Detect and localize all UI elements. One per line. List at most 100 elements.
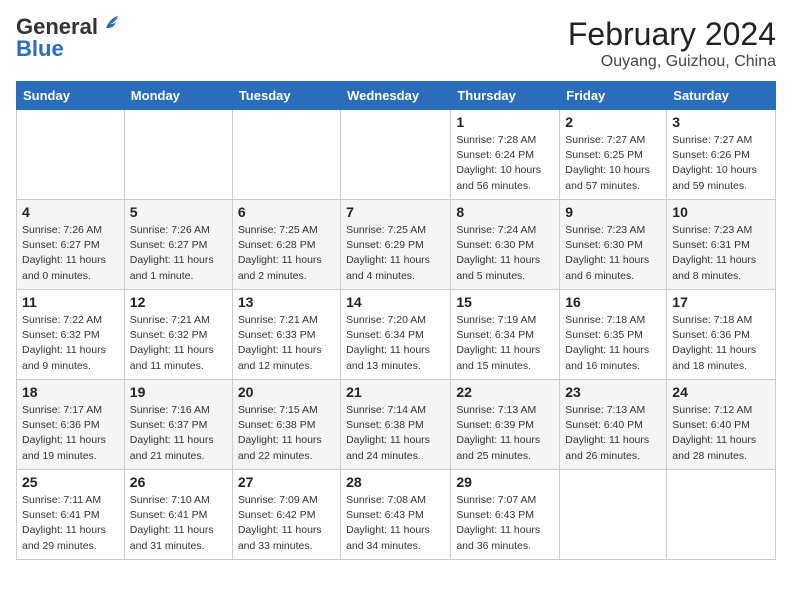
day-info: Sunrise: 7:25 AM Sunset: 6:28 PM Dayligh… [238,223,335,284]
day-info: Sunrise: 7:23 AM Sunset: 6:30 PM Dayligh… [565,223,661,284]
day-of-week-header: Wednesday [341,82,451,110]
calendar-week-row: 4 Sunrise: 7:26 AM Sunset: 6:27 PM Daylig… [17,200,776,290]
days-of-week-row: SundayMondayTuesdayWednesdayThursdayFrid… [17,82,776,110]
day-of-week-header: Monday [124,82,232,110]
calendar-cell: 15 Sunrise: 7:19 AM Sunset: 6:34 PM Dayli… [451,290,560,380]
calendar-cell: 6 Sunrise: 7:25 AM Sunset: 6:28 PM Daylig… [232,200,340,290]
day-info: Sunrise: 7:18 AM Sunset: 6:36 PM Dayligh… [672,313,770,374]
day-info: Sunrise: 7:08 AM Sunset: 6:43 PM Dayligh… [346,493,445,554]
day-number: 18 [22,384,119,400]
day-number: 2 [565,114,661,130]
day-info: Sunrise: 7:27 AM Sunset: 6:26 PM Dayligh… [672,133,770,194]
logo: General Blue [16,16,122,60]
day-number: 19 [130,384,227,400]
day-number: 22 [456,384,554,400]
day-number: 13 [238,294,335,310]
day-info: Sunrise: 7:25 AM Sunset: 6:29 PM Dayligh… [346,223,445,284]
day-number: 11 [22,294,119,310]
day-number: 6 [238,204,335,220]
calendar-cell: 12 Sunrise: 7:21 AM Sunset: 6:32 PM Dayli… [124,290,232,380]
day-info: Sunrise: 7:11 AM Sunset: 6:41 PM Dayligh… [22,493,119,554]
calendar-cell: 3 Sunrise: 7:27 AM Sunset: 6:26 PM Daylig… [667,110,776,200]
day-info: Sunrise: 7:10 AM Sunset: 6:41 PM Dayligh… [130,493,227,554]
calendar-cell: 10Sunrise: 7:23 AM Sunset: 6:31 PM Dayli… [667,200,776,290]
calendar-week-row: 1Sunrise: 7:28 AM Sunset: 6:24 PM Daylig… [17,110,776,200]
day-number: 20 [238,384,335,400]
calendar-cell [124,110,232,200]
day-number: 21 [346,384,445,400]
day-info: Sunrise: 7:22 AM Sunset: 6:32 PM Dayligh… [22,313,119,374]
calendar-cell: 1Sunrise: 7:28 AM Sunset: 6:24 PM Daylig… [451,110,560,200]
day-info: Sunrise: 7:23 AM Sunset: 6:31 PM Dayligh… [672,223,770,284]
day-number: 4 [22,204,119,220]
day-info: Sunrise: 7:18 AM Sunset: 6:35 PM Dayligh… [565,313,661,374]
calendar-cell: 27 Sunrise: 7:09 AM Sunset: 6:42 PM Dayli… [232,470,340,560]
day-number: 7 [346,204,445,220]
day-of-week-header: Saturday [667,82,776,110]
calendar-cell: 4 Sunrise: 7:26 AM Sunset: 6:27 PM Daylig… [17,200,125,290]
day-info: Sunrise: 7:13 AM Sunset: 6:39 PM Dayligh… [456,403,554,464]
day-number: 14 [346,294,445,310]
day-of-week-header: Tuesday [232,82,340,110]
day-info: Sunrise: 7:07 AM Sunset: 6:43 PM Dayligh… [456,493,554,554]
calendar-cell: 11 Sunrise: 7:22 AM Sunset: 6:32 PM Dayli… [17,290,125,380]
calendar-cell: 23 Sunrise: 7:13 AM Sunset: 6:40 PM Dayli… [560,380,667,470]
calendar-week-row: 18 Sunrise: 7:17 AM Sunset: 6:36 PM Dayli… [17,380,776,470]
calendar-cell: 9 Sunrise: 7:23 AM Sunset: 6:30 PM Daylig… [560,200,667,290]
day-info: Sunrise: 7:19 AM Sunset: 6:34 PM Dayligh… [456,313,554,374]
day-info: Sunrise: 7:27 AM Sunset: 6:25 PM Dayligh… [565,133,661,194]
day-number: 24 [672,384,770,400]
day-info: Sunrise: 7:24 AM Sunset: 6:30 PM Dayligh… [456,223,554,284]
day-info: Sunrise: 7:17 AM Sunset: 6:36 PM Dayligh… [22,403,119,464]
location-title: Ouyang, Guizhou, China [568,53,776,71]
calendar-cell: 2 Sunrise: 7:27 AM Sunset: 6:25 PM Daylig… [560,110,667,200]
calendar-cell [341,110,451,200]
day-number: 8 [456,204,554,220]
calendar-cell [17,110,125,200]
calendar-cell: 28Sunrise: 7:08 AM Sunset: 6:43 PM Dayli… [341,470,451,560]
logo-blue-text: Blue [16,38,64,60]
day-info: Sunrise: 7:26 AM Sunset: 6:27 PM Dayligh… [22,223,119,284]
day-number: 3 [672,114,770,130]
title-area: February 2024 Ouyang, Guizhou, China [568,16,776,71]
day-number: 23 [565,384,661,400]
calendar-cell: 29 Sunrise: 7:07 AM Sunset: 6:43 PM Dayli… [451,470,560,560]
calendar-cell [560,470,667,560]
day-info: Sunrise: 7:13 AM Sunset: 6:40 PM Dayligh… [565,403,661,464]
day-of-week-header: Friday [560,82,667,110]
day-info: Sunrise: 7:26 AM Sunset: 6:27 PM Dayligh… [130,223,227,284]
day-number: 26 [130,474,227,490]
day-number: 17 [672,294,770,310]
logo-general-text: General [16,16,98,38]
day-info: Sunrise: 7:20 AM Sunset: 6:34 PM Dayligh… [346,313,445,374]
day-number: 29 [456,474,554,490]
calendar-cell: 18 Sunrise: 7:17 AM Sunset: 6:36 PM Dayli… [17,380,125,470]
calendar-week-row: 25Sunrise: 7:11 AM Sunset: 6:41 PM Dayli… [17,470,776,560]
calendar-cell: 14 Sunrise: 7:20 AM Sunset: 6:34 PM Dayli… [341,290,451,380]
day-of-week-header: Sunday [17,82,125,110]
calendar-body: 1Sunrise: 7:28 AM Sunset: 6:24 PM Daylig… [17,110,776,560]
calendar-cell: 20 Sunrise: 7:15 AM Sunset: 6:38 PM Dayli… [232,380,340,470]
day-info: Sunrise: 7:28 AM Sunset: 6:24 PM Dayligh… [456,133,554,194]
calendar-cell: 26 Sunrise: 7:10 AM Sunset: 6:41 PM Dayli… [124,470,232,560]
calendar-cell: 5Sunrise: 7:26 AM Sunset: 6:27 PM Daylig… [124,200,232,290]
calendar-cell [232,110,340,200]
calendar-cell: 24 Sunrise: 7:12 AM Sunset: 6:40 PM Dayli… [667,380,776,470]
day-number: 9 [565,204,661,220]
day-info: Sunrise: 7:21 AM Sunset: 6:32 PM Dayligh… [130,313,227,374]
day-number: 12 [130,294,227,310]
day-info: Sunrise: 7:14 AM Sunset: 6:38 PM Dayligh… [346,403,445,464]
calendar-cell: 8 Sunrise: 7:24 AM Sunset: 6:30 PM Daylig… [451,200,560,290]
logo-bird-icon [100,14,122,36]
calendar-cell [667,470,776,560]
calendar-cell: 7 Sunrise: 7:25 AM Sunset: 6:29 PM Daylig… [341,200,451,290]
month-title: February 2024 [568,16,776,53]
calendar-cell: 13Sunrise: 7:21 AM Sunset: 6:33 PM Dayli… [232,290,340,380]
calendar-cell: 21 Sunrise: 7:14 AM Sunset: 6:38 PM Dayli… [341,380,451,470]
day-info: Sunrise: 7:15 AM Sunset: 6:38 PM Dayligh… [238,403,335,464]
day-number: 27 [238,474,335,490]
day-number: 15 [456,294,554,310]
day-info: Sunrise: 7:12 AM Sunset: 6:40 PM Dayligh… [672,403,770,464]
day-info: Sunrise: 7:09 AM Sunset: 6:42 PM Dayligh… [238,493,335,554]
calendar-cell: 22 Sunrise: 7:13 AM Sunset: 6:39 PM Dayli… [451,380,560,470]
